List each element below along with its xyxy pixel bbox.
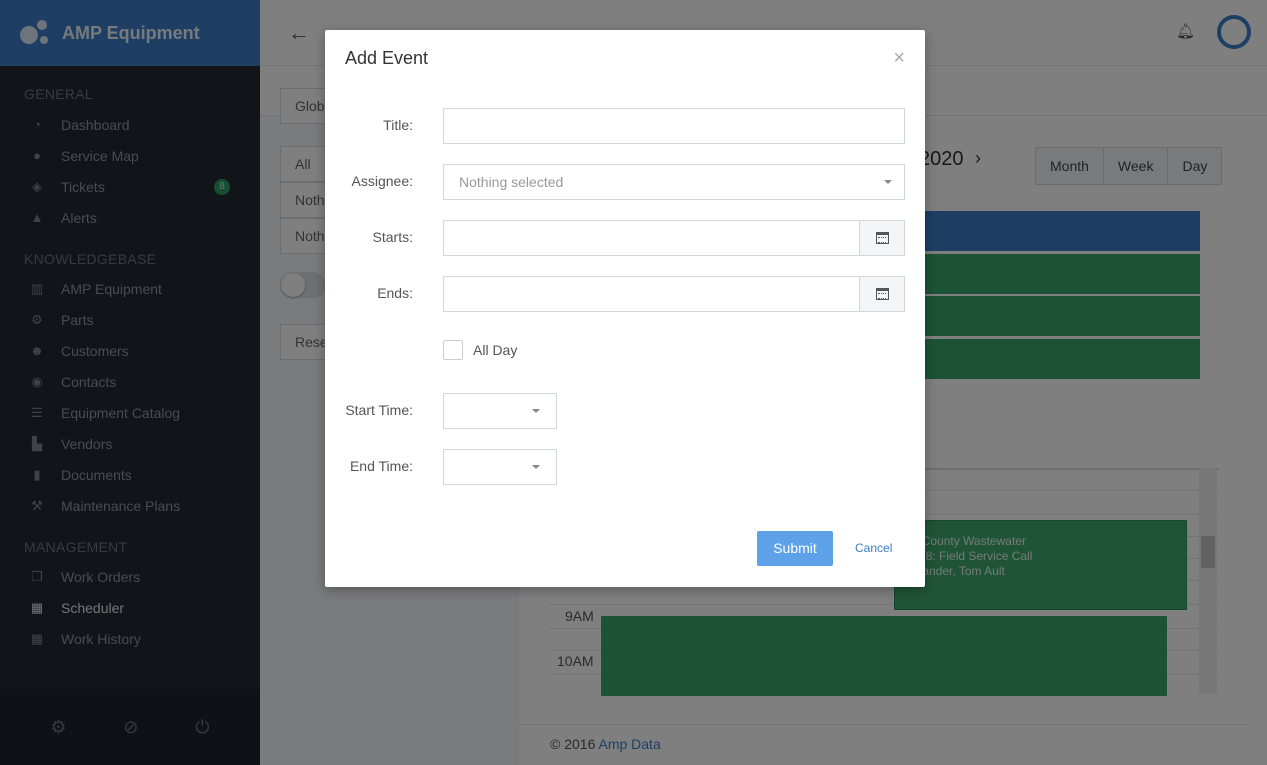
starts-row: Starts: <box>325 220 925 256</box>
all-day-label[interactable]: All Day <box>473 342 517 358</box>
calendar-icon <box>875 232 889 244</box>
end-time-row: End Time: <box>325 449 925 485</box>
title-input[interactable] <box>443 108 905 144</box>
title-label: Title: <box>383 117 413 133</box>
caret-down-icon <box>532 409 540 413</box>
caret-down-icon <box>532 465 540 469</box>
caret-down-icon <box>884 180 892 184</box>
starts-label: Starts: <box>372 229 413 245</box>
ends-row: Ends: <box>325 276 925 312</box>
ends-date-input[interactable] <box>443 276 860 312</box>
all-day-row: All Day <box>325 332 925 368</box>
cancel-button[interactable]: Cancel <box>855 541 892 555</box>
assignee-label: Assignee: <box>351 173 413 189</box>
modal-title: Add Event <box>345 48 429 68</box>
close-icon[interactable]: × <box>893 47 905 70</box>
assignee-row: Assignee: Nothing selected <box>325 164 925 200</box>
add-event-modal: Add Event × Title: Assignee: Nothing sel… <box>325 30 925 587</box>
starts-date-input[interactable] <box>443 220 860 256</box>
all-day-checkbox[interactable] <box>443 340 463 360</box>
assignee-placeholder: Nothing selected <box>459 174 564 190</box>
title-row: Title: <box>325 108 925 144</box>
end-time-select[interactable] <box>443 449 557 485</box>
ends-label: Ends: <box>377 285 413 301</box>
start-time-label: Start Time: <box>345 402 413 418</box>
calendar-icon <box>875 288 889 300</box>
submit-button[interactable]: Submit <box>757 531 833 566</box>
end-time-label: End Time: <box>349 458 413 474</box>
ends-calendar-button[interactable] <box>859 276 905 312</box>
assignee-select[interactable]: Nothing selected <box>443 164 905 200</box>
starts-calendar-button[interactable] <box>859 220 905 256</box>
start-time-select[interactable] <box>443 393 557 429</box>
start-time-row: Start Time: <box>325 393 925 429</box>
